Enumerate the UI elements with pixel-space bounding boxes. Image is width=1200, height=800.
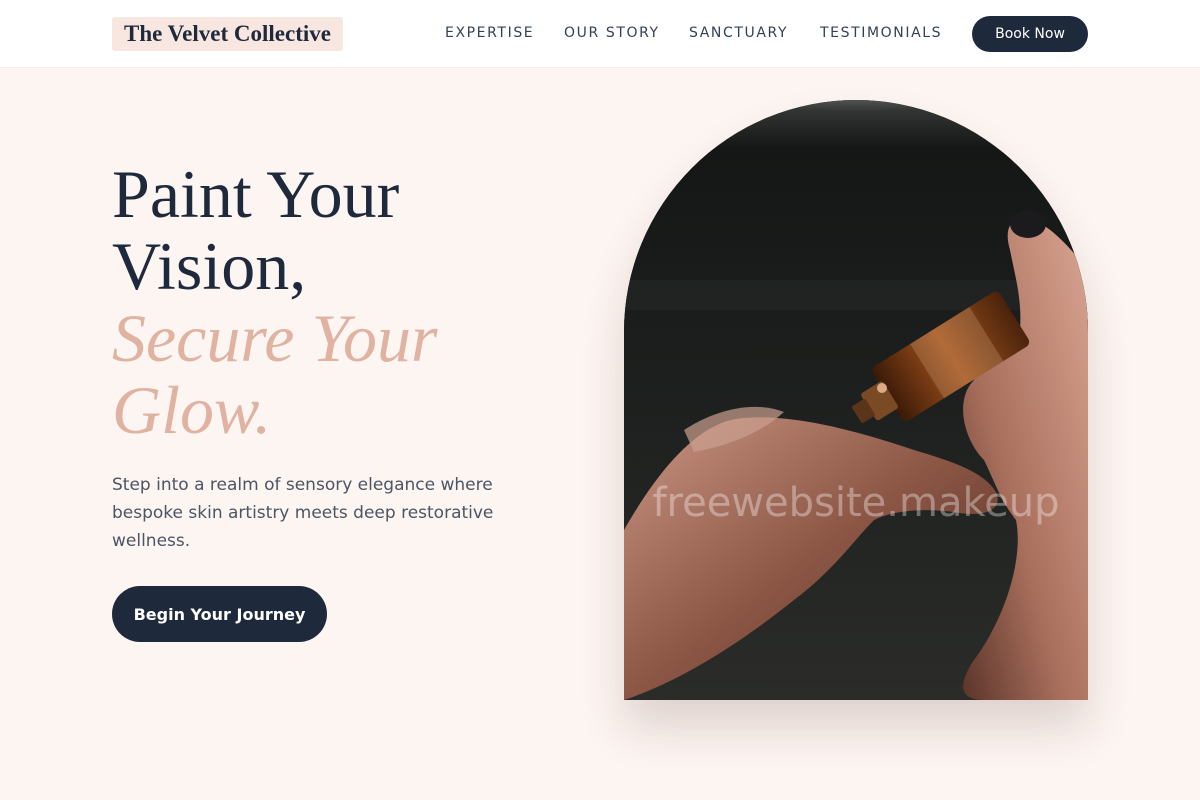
hero-accent-line-2: Glow. <box>112 372 272 448</box>
nav-link-our-story[interactable]: OUR STORY <box>564 23 660 43</box>
hero-title-line-1: Paint Your <box>112 156 400 232</box>
hero-subtitle: Step into a realm of sensory elegance wh… <box>112 475 494 551</box>
book-now-button[interactable]: Book Now <box>972 16 1088 52</box>
serum-dropper-illustration <box>624 100 1088 700</box>
hero-accent-line-1: Secure Your <box>112 300 438 376</box>
begin-journey-button[interactable]: Begin Your Journey <box>112 586 327 642</box>
nav-link-expertise[interactable]: EXPERTISE <box>445 23 534 43</box>
site-header: The Velvet Collective EXPERTISE OUR STOR… <box>0 0 1200 68</box>
nav-link-sanctuary[interactable]: SANCTUARY <box>689 23 788 43</box>
hero-image: freewebsite.makeup <box>624 100 1088 700</box>
nav-link-testimonials[interactable]: TESTIMONIALS <box>820 23 942 43</box>
hero-title: Paint Your Vision, Secure Your Glow. <box>112 158 572 446</box>
hero-title-line-2: Vision, <box>112 228 307 304</box>
